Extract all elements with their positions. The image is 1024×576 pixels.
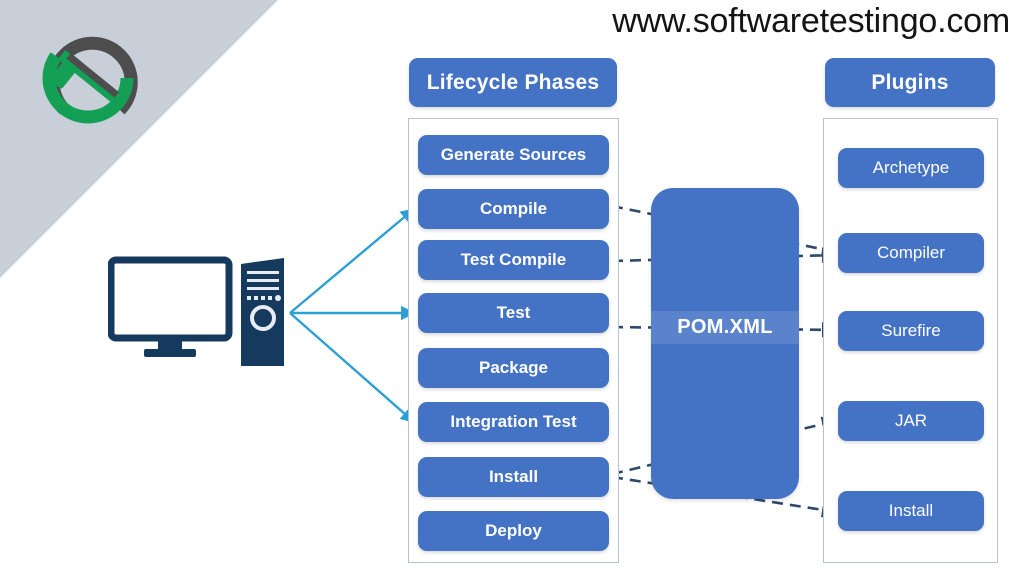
- plugin-archetype[interactable]: Archetype: [838, 148, 984, 188]
- phase-compile[interactable]: Compile: [418, 189, 609, 229]
- solid-connector-group: [289, 208, 416, 423]
- desktop-computer-illustration: [107, 256, 300, 368]
- phase-integration-test[interactable]: Integration Test: [418, 402, 609, 442]
- phase-deploy[interactable]: Deploy: [418, 511, 609, 551]
- phase-test[interactable]: Test: [418, 293, 609, 333]
- phase-test-compile[interactable]: Test Compile: [418, 240, 609, 280]
- connector-computer-to-compile: [289, 208, 416, 314]
- plugins-header: Plugins: [825, 58, 995, 107]
- phase-package[interactable]: Package: [418, 348, 609, 388]
- plugin-jar[interactable]: JAR: [838, 401, 984, 441]
- softwaretestingo-logo: [32, 22, 144, 134]
- lifecycle-phases-header: Lifecycle Phases: [409, 58, 617, 107]
- phase-install[interactable]: Install: [418, 457, 609, 497]
- plugin-surefire[interactable]: Surefire: [838, 311, 984, 351]
- pom-xml-label: POM.XML: [677, 316, 773, 338]
- diagram-canvas: www.softwaretestingo.com Lifecycle Phase…: [0, 0, 1024, 576]
- phase-generate-sources[interactable]: Generate Sources: [418, 135, 609, 175]
- site-url-text: www.softwaretestingo.com: [612, 2, 1010, 40]
- plugin-install[interactable]: Install: [838, 491, 984, 531]
- plugin-compiler[interactable]: Compiler: [838, 233, 984, 273]
- connector-computer-to-integration-test: [289, 312, 416, 423]
